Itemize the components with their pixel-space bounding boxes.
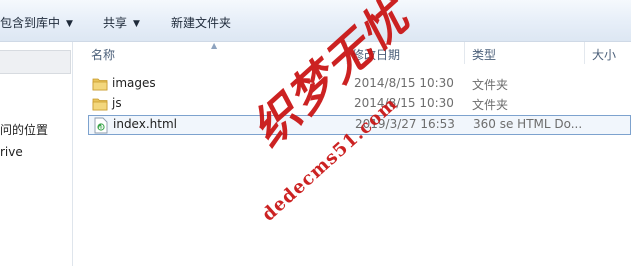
chevron-down-icon: ▼: [66, 19, 73, 29]
include-in-library-button[interactable]: 包含到库中 ▼: [0, 14, 73, 31]
file-name: js: [112, 96, 122, 110]
new-folder-label: 新建文件夹: [171, 16, 232, 30]
sort-ascending-icon: ▲: [211, 41, 218, 50]
column-divider[interactable]: [464, 42, 465, 64]
chevron-down-icon: ▼: [133, 19, 140, 29]
file-type: 360 se HTML Do...: [473, 117, 583, 131]
file-type: 文件夹: [472, 98, 509, 112]
column-header-type[interactable]: 类型: [472, 46, 496, 63]
nav-item-selected[interactable]: [0, 50, 71, 74]
html-file-icon: [94, 117, 108, 134]
navigation-pane: 问的位置 rive: [0, 42, 73, 266]
include-in-library-label: 包含到库中: [0, 16, 61, 30]
share-button[interactable]: 共享 ▼: [103, 14, 140, 31]
new-folder-button[interactable]: 新建文件夹: [171, 14, 231, 31]
folder-icon: [92, 78, 108, 91]
column-divider[interactable]: [584, 42, 585, 64]
file-date: 2014/8/15 10:30: [354, 96, 454, 110]
nav-item-recent-places[interactable]: 问的位置: [0, 121, 48, 138]
file-type: 文件夹: [472, 78, 509, 92]
nav-item-drive[interactable]: rive: [0, 145, 23, 159]
file-row-js[interactable]: js 2014/8/15 10:30 文件夹: [88, 94, 631, 114]
column-header-name[interactable]: 名称: [91, 46, 115, 63]
folder-icon: [92, 98, 108, 111]
file-name: images: [112, 76, 156, 90]
share-label: 共享: [103, 16, 128, 30]
column-header-size[interactable]: 大小: [592, 46, 616, 63]
file-name: index.html: [113, 117, 177, 131]
